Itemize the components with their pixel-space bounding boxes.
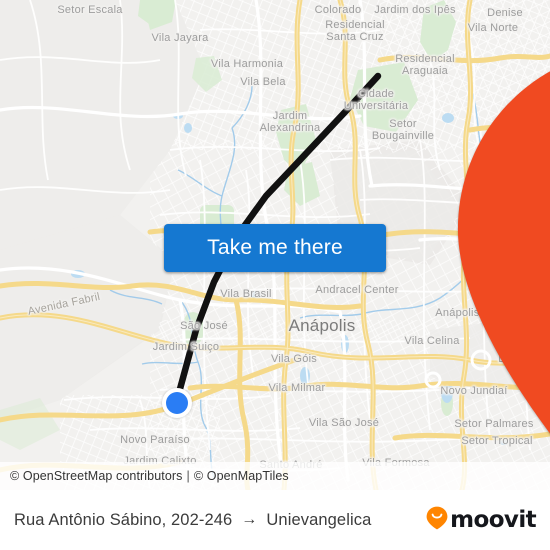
map-attribution: © OpenStreetMap contributors | © OpenMap… xyxy=(0,462,550,490)
arrow-right-icon: → xyxy=(241,511,258,528)
moovit-mark-icon xyxy=(426,506,448,535)
moovit-wordmark: moovit xyxy=(450,507,536,533)
trip-summary: Rua Antônio Sábino, 202-246 → Unievangel… xyxy=(14,511,426,530)
map-canvas[interactable]: Setor Escala Vila Jayara Colorado Jardim do… xyxy=(0,0,550,490)
trip-destination: Unievangelica xyxy=(266,510,372,529)
attribution-osm[interactable]: © OpenStreetMap contributors xyxy=(10,469,183,483)
trip-footer: Rua Antônio Sábino, 202-246 → Unievangel… xyxy=(0,490,550,550)
take-me-there-button[interactable]: Take me there xyxy=(164,224,386,272)
trip-origin: Rua Antônio Sábino, 202-246 xyxy=(14,510,233,529)
attribution-openmaptiles[interactable]: © OpenMapTiles xyxy=(194,469,289,483)
moovit-trip-screenshot: Setor Escala Vila Jayara Colorado Jardim do… xyxy=(0,0,550,550)
origin-dot[interactable] xyxy=(162,388,192,418)
moovit-logo[interactable]: moovit xyxy=(426,506,537,535)
destination-pin[interactable] xyxy=(364,48,550,434)
take-me-there-label: Take me there xyxy=(207,236,343,259)
attribution-separator: | xyxy=(186,469,190,483)
